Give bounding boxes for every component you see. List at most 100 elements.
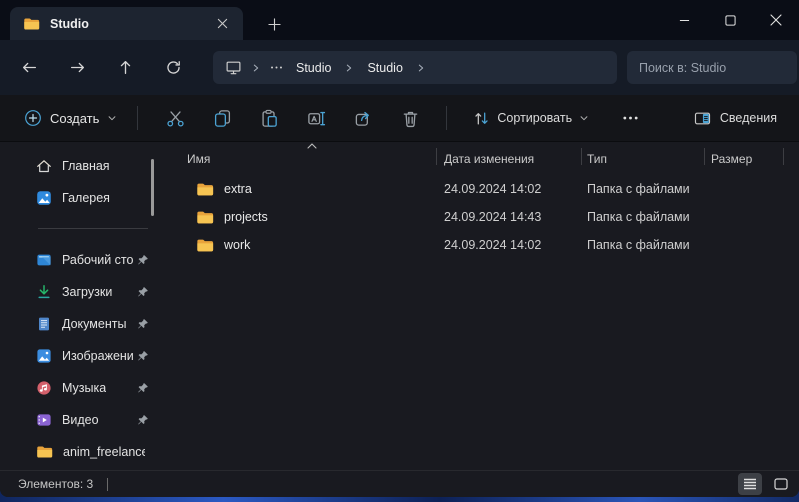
this-pc-monitor-icon[interactable] — [225, 59, 242, 76]
forward-arrow-icon — [69, 59, 86, 76]
column-header-size[interactable]: Размер — [705, 143, 783, 169]
pictures-icon — [36, 348, 52, 364]
folder-icon — [196, 182, 214, 197]
sidebar-item-label: Рабочий сто — [62, 253, 133, 267]
breadcrumb-item[interactable]: Studio — [363, 59, 406, 77]
file-date-cell: 24.09.2024 14:02 — [436, 182, 581, 196]
pin-icon — [137, 414, 149, 426]
file-row-extra[interactable]: extra 24.09.2024 14:02 Папка с файлами — [160, 175, 799, 203]
breadcrumb-overflow-button[interactable] — [270, 65, 283, 70]
forward-button[interactable] — [68, 59, 86, 77]
address-bar[interactable]: Studio Studio — [213, 51, 617, 84]
file-row-work[interactable]: work 24.09.2024 14:02 Папка с файлами — [160, 231, 799, 259]
sidebar-item-home[interactable]: Главная — [0, 150, 160, 182]
up-button[interactable] — [116, 59, 134, 77]
file-date-cell: 24.09.2024 14:43 — [436, 210, 581, 224]
explorer-tab[interactable]: Studio — [10, 7, 243, 40]
column-header-type[interactable]: Тип — [582, 143, 704, 169]
column-headers: Имя Дата изменения Тип Размер — [160, 143, 799, 169]
copy-pages-icon — [213, 109, 232, 128]
pin-icon — [137, 318, 149, 330]
file-row-projects[interactable]: projects 24.09.2024 14:43 Папка с файлам… — [160, 203, 799, 231]
sidebar-item-label: Главная — [62, 159, 110, 173]
folder-icon — [23, 17, 40, 31]
delete-trash-icon — [401, 109, 420, 128]
status-bar: Элементов: 3 — [0, 470, 799, 497]
paste-button[interactable] — [259, 108, 279, 128]
cut-scissors-icon — [166, 109, 185, 128]
details-view-button[interactable] — [738, 473, 762, 495]
sidebar-item-pictures[interactable]: Изображени — [0, 340, 160, 372]
details-pane-button[interactable]: Сведения — [689, 105, 781, 132]
rename-button[interactable] — [306, 108, 326, 128]
pin-icon — [137, 286, 149, 298]
maximize-button[interactable] — [707, 0, 753, 40]
sidebar-item-downloads[interactable]: Загрузки — [0, 276, 160, 308]
new-tab-button[interactable] — [262, 12, 286, 36]
cut-button[interactable] — [165, 108, 185, 128]
minimize-button[interactable] — [661, 0, 707, 40]
more-options-button[interactable] — [617, 106, 643, 130]
more-ellipsis-icon — [622, 115, 639, 121]
back-button[interactable] — [20, 59, 38, 77]
search-input[interactable] — [639, 61, 785, 75]
column-divider[interactable] — [783, 148, 784, 165]
pin-icon — [137, 382, 149, 394]
refresh-button[interactable] — [164, 59, 182, 77]
documents-icon — [36, 316, 52, 332]
gallery-icon — [36, 190, 52, 206]
file-type-cell: Папка с файлами — [581, 238, 704, 252]
desktop-icon — [36, 252, 52, 268]
toolbar-divider — [137, 106, 138, 130]
share-arrow-icon — [354, 109, 373, 128]
plus-icon — [268, 18, 281, 31]
chevron-down-icon — [107, 113, 117, 123]
up-arrow-icon — [117, 59, 134, 76]
plus-circle-icon — [24, 109, 42, 127]
file-name-cell: work — [160, 238, 436, 253]
sidebar-item-gallery[interactable]: Галерея — [0, 182, 160, 214]
music-icon — [36, 380, 52, 396]
sidebar-item-label: Загрузки — [62, 285, 112, 299]
sidebar-item-documents[interactable]: Документы — [0, 308, 160, 340]
videos-icon — [36, 412, 52, 428]
tab-close-button[interactable] — [211, 13, 233, 35]
share-button[interactable] — [353, 108, 373, 128]
sidebar-item-music[interactable]: Музыка — [0, 372, 160, 404]
sidebar-item-anim-freelance[interactable]: anim_freelance_ — [0, 436, 160, 468]
sidebar-item-desktop[interactable]: Рабочий сто — [0, 244, 160, 276]
details-pane-label: Сведения — [720, 111, 777, 125]
sidebar-item-videos[interactable]: Видео — [0, 404, 160, 436]
chevron-right-icon[interactable] — [251, 63, 261, 73]
desktop-background: Studio — [0, 0, 799, 502]
sidebar-item-label: anim_freelance_ — [63, 445, 145, 459]
thumbnails-view-button[interactable] — [769, 473, 793, 495]
folder-icon — [196, 210, 214, 225]
ellipsis-icon — [270, 65, 283, 70]
delete-button[interactable] — [400, 108, 420, 128]
chevron-right-icon[interactable] — [344, 63, 354, 73]
file-explorer-window: Studio — [0, 0, 799, 497]
column-header-name[interactable]: Имя — [160, 143, 436, 169]
breadcrumb-item[interactable]: Studio — [292, 59, 335, 77]
details-pane-icon — [693, 110, 712, 127]
minimize-icon — [679, 15, 690, 26]
folder-icon — [36, 445, 53, 459]
sidebar-divider — [0, 214, 160, 244]
thumbnails-view-icon — [774, 478, 788, 490]
sidebar-item-label: Музыка — [62, 381, 106, 395]
sidebar-item-label: Документы — [62, 317, 126, 331]
file-name-cell: projects — [160, 210, 436, 225]
sidebar-item-label: Видео — [62, 413, 99, 427]
new-button[interactable]: Создать — [18, 104, 123, 132]
column-header-date-modified[interactable]: Дата изменения — [437, 143, 581, 169]
file-date-cell: 24.09.2024 14:02 — [436, 238, 581, 252]
file-type-cell: Папка с файлами — [581, 210, 704, 224]
sidebar-item-label: Изображени — [62, 349, 134, 363]
close-window-button[interactable] — [753, 0, 799, 40]
rename-cursor-icon — [307, 109, 326, 128]
sort-button[interactable]: Сортировать — [469, 105, 593, 132]
chevron-right-icon[interactable] — [416, 63, 426, 73]
copy-button[interactable] — [212, 108, 232, 128]
sidebar-scrollbar[interactable] — [151, 159, 154, 216]
